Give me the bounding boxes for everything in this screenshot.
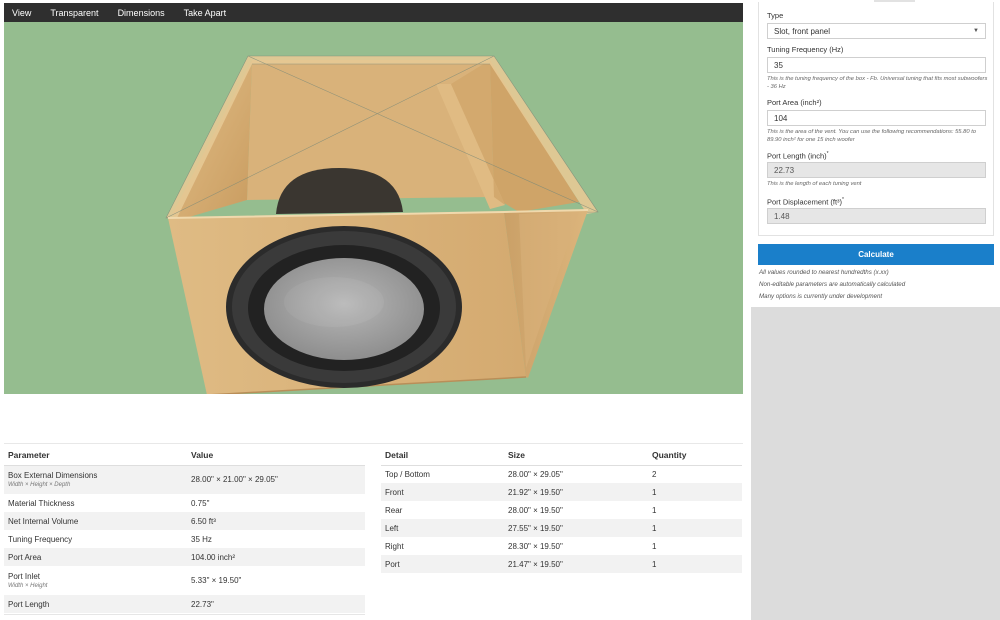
param-label: Port Inlet: [8, 572, 41, 581]
param-sub: Width × Height × Depth: [8, 482, 71, 489]
param-value: 104.00 inch²: [187, 548, 365, 566]
param-value: 6.50 ft³: [187, 512, 365, 530]
detail-name: Left: [381, 519, 504, 537]
col-quantity: Quantity: [648, 445, 742, 466]
port-displacement-label-text: Port Displacement (ft³): [767, 197, 843, 207]
calculate-button[interactable]: Calculate: [758, 244, 994, 265]
detail-name: Front: [381, 483, 504, 501]
parameters-header-row: Parameter Value: [4, 445, 365, 466]
col-detail: Detail: [381, 445, 504, 466]
page: View Transparent Dimensions Take Apart P…: [0, 0, 1000, 620]
menu-transparent[interactable]: Transparent: [50, 8, 98, 18]
detail-name: Port: [381, 555, 504, 573]
port-area-label: Port Area (inch²): [767, 98, 822, 107]
box-3d-viewer[interactable]: View Transparent Dimensions Take Apart: [4, 3, 743, 394]
param-sub: Width × Height: [8, 583, 48, 589]
detail-qty: 1: [648, 555, 742, 573]
table-row: Port Inlet Width × Height 5.33" × 19.50": [4, 566, 365, 595]
right-panel-content: Type Slot, front panel ▼ Tuning Frequenc…: [751, 0, 1000, 307]
table-row: Rear 28.00" × 19.50" 1: [381, 501, 742, 519]
port-length-label: Port Length (inch)*: [767, 151, 829, 161]
port-length-field: 22.73: [767, 162, 986, 178]
detail-qty: 1: [652, 505, 657, 515]
tuning-frequency-hint: This is the tuning frequency of the box …: [767, 76, 988, 90]
detail-qty: 2: [652, 469, 657, 479]
param-value: 22.73": [187, 595, 365, 613]
param-name: Port Length: [4, 595, 187, 613]
param-name: Port Area: [4, 548, 187, 566]
port-form: Type Slot, front panel ▼ Tuning Frequenc…: [758, 2, 994, 236]
detail-qty: 1: [648, 519, 742, 537]
table-row: Net Internal Volume 6.50 ft³: [4, 512, 365, 530]
port-displacement-field: 1.48: [767, 208, 986, 224]
param-value: 28.00" × 21.00" × 29.05": [187, 465, 365, 494]
detail-qty: 1: [648, 483, 742, 501]
type-select[interactable]: Slot, front panel ▼: [767, 23, 986, 39]
port-displacement-label: Port Displacement (ft³)*: [767, 197, 844, 207]
viewer-footer-space: [4, 394, 743, 444]
detail-size: 21.92" × 19.50": [504, 483, 648, 501]
table-row: Material Thickness 0.75": [4, 494, 365, 512]
param-name: Net Internal Volume: [4, 512, 187, 530]
col-value: Value: [187, 445, 365, 466]
detail-name: Rear: [385, 505, 403, 515]
detail-size: 21.47" × 19.50": [504, 555, 648, 573]
detail-size: 28.00" × 19.50": [508, 505, 563, 515]
col-parameter: Parameter: [4, 445, 187, 466]
port-area-hint: This is the area of the vent. You can us…: [767, 129, 977, 143]
tuning-frequency-input[interactable]: 35: [767, 57, 986, 73]
type-select-value: Slot, front panel: [774, 26, 831, 36]
detail-size: 28.00" × 29.05": [508, 469, 563, 479]
right-panel: Type Slot, front panel ▼ Tuning Frequenc…: [751, 0, 1000, 620]
port-displacement-mark: *: [842, 197, 844, 203]
table-row: Port 21.47" × 19.50" 1: [381, 555, 742, 573]
table-row: Top / Bottom 28.00" × 29.05" 2: [381, 465, 742, 483]
detail-name: Top / Bottom: [385, 469, 430, 479]
type-label: Type: [767, 11, 784, 20]
param-name: Box External Dimensions Width × Height × …: [4, 465, 187, 494]
detail-qty: 1: [652, 541, 657, 551]
table-row: Right 28.30" × 19.50" 1: [381, 537, 742, 555]
details-header-row: Detail Size Quantity: [381, 445, 742, 466]
table-row: Tuning Frequency 35 Hz: [4, 530, 365, 548]
table-row: Port Area 104.00 inch²: [4, 548, 365, 566]
port-length-label-text: Port Length (inch): [767, 151, 827, 161]
param-label: Box External Dimensions: [8, 471, 98, 481]
menu-view[interactable]: View: [12, 8, 31, 18]
note-auto-calculated: Non-editable parameters are automaticall…: [759, 281, 906, 288]
param-name: Tuning Frequency: [8, 534, 73, 544]
chevron-down-icon: ▼: [973, 28, 979, 34]
viewer-menubar: View Transparent Dimensions Take Apart: [4, 3, 743, 22]
table-row: Front 21.92" × 19.50" 1: [381, 483, 742, 501]
parameters-table-container: Parameter Value Box External Dimensions W…: [4, 445, 365, 615]
menu-dimensions[interactable]: Dimensions: [118, 8, 165, 18]
menu-take-apart[interactable]: Take Apart: [184, 8, 227, 18]
note-rounding: All values rounded to nearest hundredths…: [759, 269, 889, 276]
detail-size: 27.55" × 19.50": [504, 519, 648, 537]
tuning-frequency-label: Tuning Frequency (Hz): [767, 45, 844, 54]
port-area-input[interactable]: 104: [767, 110, 986, 126]
detail-name: Right: [385, 541, 404, 551]
port-length-mark: *: [826, 151, 829, 157]
table-row: Left 27.55" × 19.50" 1: [381, 519, 742, 537]
subwoofer-box-render[interactable]: [4, 22, 743, 394]
details-table: Detail Size Quantity Top / Bottom 28.00"…: [381, 445, 742, 573]
param-value: 5.33" × 19.50": [191, 576, 242, 585]
table-row: Port Length 22.73": [4, 595, 365, 613]
param-value: 0.75": [191, 498, 210, 508]
parameters-table: Parameter Value Box External Dimensions W…: [4, 445, 365, 613]
param-name: Port Inlet Width × Height: [4, 566, 187, 595]
port-length-hint: This is the length of each tuning vent: [767, 181, 862, 187]
table-row: Box External Dimensions Width × Height × …: [4, 465, 365, 494]
col-size: Size: [504, 445, 648, 466]
param-value: 35 Hz: [191, 534, 212, 544]
param-name: Material Thickness: [8, 498, 75, 508]
detail-size: 28.30" × 19.50": [508, 541, 563, 551]
note-development: Many options is currently under developm…: [759, 293, 883, 300]
